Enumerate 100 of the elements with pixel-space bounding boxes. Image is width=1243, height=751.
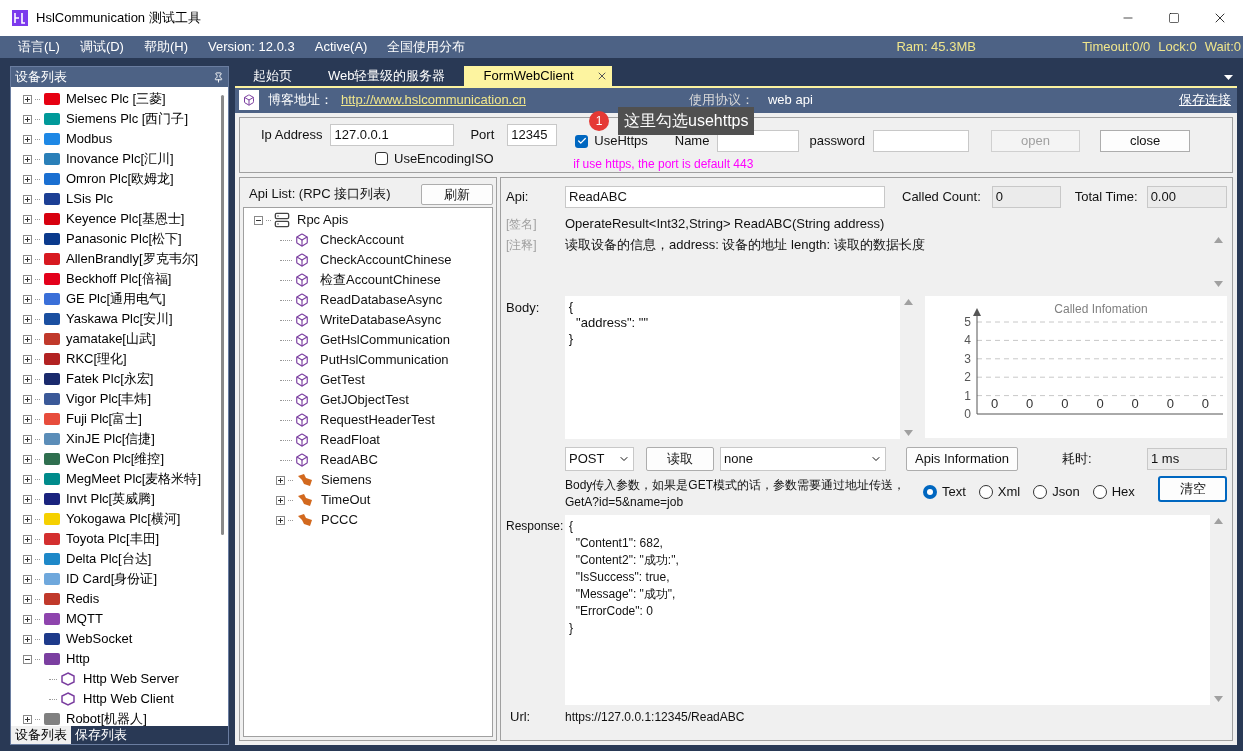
expand-icon[interactable] bbox=[23, 414, 32, 424]
tree-item[interactable]: GE Plc[通用电气] bbox=[66, 289, 166, 309]
expand-icon[interactable] bbox=[23, 554, 32, 564]
radio-button[interactable] bbox=[1092, 485, 1107, 499]
radio-button[interactable] bbox=[1033, 485, 1048, 499]
tree-item[interactable]: Keyence Plc[基恩士] bbox=[66, 209, 185, 229]
expand-icon[interactable] bbox=[23, 454, 32, 464]
tree-item[interactable]: AllenBrandly[罗克韦尔] bbox=[66, 249, 199, 269]
tree-item[interactable]: GetHslCommunication bbox=[320, 330, 451, 350]
tree-item[interactable]: ReadABC bbox=[320, 450, 378, 470]
expand-icon[interactable] bbox=[23, 434, 32, 444]
document-tab[interactable]: FormWebClient bbox=[463, 66, 612, 86]
tree-item[interactable]: CheckAccountChinese bbox=[320, 250, 452, 270]
tree-item[interactable]: Siemens bbox=[321, 470, 372, 490]
tree-item[interactable]: Beckhoff Plc[倍福] bbox=[66, 269, 172, 289]
expand-icon[interactable] bbox=[23, 254, 32, 264]
checkbox[interactable] bbox=[375, 152, 388, 166]
tree-item[interactable]: Siemens Plc [西门子] bbox=[66, 109, 189, 129]
tree-item[interactable]: GetJObjectTest bbox=[320, 390, 409, 410]
expand-icon[interactable] bbox=[23, 134, 32, 144]
menu-item[interactable]: 语言(L) bbox=[8, 37, 70, 57]
expand-icon[interactable] bbox=[23, 634, 32, 644]
expand-icon[interactable] bbox=[23, 174, 32, 184]
tree-item[interactable]: LSis Plc bbox=[66, 189, 113, 209]
collapse-icon[interactable] bbox=[254, 215, 263, 225]
blog-link[interactable]: http://www.hslcommunication.cn bbox=[341, 90, 526, 110]
refresh-button[interactable]: 刷新 bbox=[421, 183, 493, 205]
tree-item[interactable]: Rpc Apis bbox=[297, 210, 349, 230]
expand-icon[interactable] bbox=[23, 354, 32, 364]
tree-item[interactable]: PCCC bbox=[321, 510, 358, 530]
expand-icon[interactable] bbox=[23, 474, 32, 484]
tree-item[interactable]: Fatek Plc[永宏] bbox=[66, 369, 154, 389]
dropdown-icon[interactable] bbox=[1224, 75, 1233, 80]
expand-icon[interactable] bbox=[276, 515, 285, 525]
tree-item[interactable]: GetTest bbox=[320, 370, 365, 390]
tree-item[interactable]: ReadDatabaseAsync bbox=[320, 290, 443, 310]
tree-item[interactable]: Fuji Plc[富士] bbox=[66, 409, 142, 429]
expand-icon[interactable] bbox=[23, 714, 32, 724]
tree-item[interactable]: RKC[理化] bbox=[66, 349, 127, 369]
radio-button[interactable] bbox=[978, 485, 993, 499]
tree-item[interactable]: MegMeet Plc[麦格米特] bbox=[66, 469, 202, 489]
body-editor[interactable]: { "address": "" } bbox=[564, 296, 917, 439]
tree-item[interactable]: Http Web Server bbox=[83, 669, 179, 689]
document-tab[interactable]: Web轻量级的服务器 bbox=[310, 66, 464, 86]
tree-item[interactable]: Http bbox=[66, 649, 90, 669]
expand-icon[interactable] bbox=[23, 594, 32, 604]
expand-icon[interactable] bbox=[23, 614, 32, 624]
expand-icon[interactable] bbox=[23, 274, 32, 284]
panel-tab[interactable]: 设备列表 bbox=[11, 726, 71, 744]
tree-item[interactable]: Http Web Client bbox=[83, 689, 174, 709]
tree-item[interactable]: ID Card[身份证] bbox=[66, 569, 157, 589]
total-time-field[interactable]: 0.00 bbox=[1146, 186, 1227, 208]
menu-item[interactable]: Active(A) bbox=[304, 37, 378, 57]
tree-item[interactable]: WeCon Plc[维控] bbox=[66, 449, 164, 469]
tree-item[interactable]: Modbus bbox=[66, 129, 113, 149]
expand-icon[interactable] bbox=[23, 234, 32, 244]
api-field[interactable]: ReadABC bbox=[565, 186, 885, 208]
expand-icon[interactable] bbox=[23, 214, 32, 224]
read-button[interactable]: 读取 bbox=[646, 447, 714, 471]
tree-item[interactable]: Yokogawa Plc[横河] bbox=[66, 509, 181, 529]
tree-item[interactable]: Melsec Plc [三菱] bbox=[66, 89, 166, 109]
expand-icon[interactable] bbox=[23, 374, 32, 384]
elapsed-field[interactable]: 1 ms bbox=[1147, 448, 1227, 470]
response-editor[interactable]: { "Content1": 682, "Content2": "成功:", "IsSuccess": true, "Message": "成功", "ErrorCode": 0 } bbox=[565, 515, 1227, 705]
apis-information-button[interactable]: Apis Information bbox=[906, 447, 1018, 471]
tree-item[interactable]: PutHslCommunication bbox=[320, 350, 449, 370]
radio-button[interactable] bbox=[923, 485, 937, 499]
collapse-icon[interactable] bbox=[23, 654, 32, 664]
save-connection-link[interactable]: 保存连接 bbox=[1179, 90, 1231, 110]
tree-item[interactable]: Omron Plc[欧姆龙] bbox=[66, 169, 174, 189]
clear-button[interactable]: 清空 bbox=[1158, 476, 1227, 502]
panel-tab[interactable]: 保存列表 bbox=[71, 726, 131, 744]
tree-item[interactable]: 检查AccountChinese bbox=[320, 270, 441, 290]
expand-icon[interactable] bbox=[23, 334, 32, 344]
tree-item[interactable]: Inovance Plc[汇川] bbox=[66, 149, 174, 169]
expand-icon[interactable] bbox=[276, 495, 285, 505]
expand-icon[interactable] bbox=[23, 94, 32, 104]
ip-field[interactable]: 127.0.0.1 bbox=[330, 124, 455, 146]
expand-icon[interactable] bbox=[276, 475, 285, 485]
port-field[interactable]: 12345 bbox=[507, 124, 558, 146]
tree-item[interactable]: Robot[机器人] bbox=[66, 709, 147, 726]
menu-item[interactable]: Version: 12.0.3 bbox=[198, 37, 305, 57]
method-select[interactable]: POST bbox=[565, 447, 634, 471]
tree-item[interactable]: WriteDatabaseAsync bbox=[320, 310, 442, 330]
expand-icon[interactable] bbox=[23, 534, 32, 544]
tree-item[interactable]: MQTT bbox=[66, 609, 103, 629]
expand-icon[interactable] bbox=[23, 154, 32, 164]
tree-item[interactable]: Toyota Plc[丰田] bbox=[66, 529, 160, 549]
password-field[interactable] bbox=[873, 130, 970, 152]
expand-icon[interactable] bbox=[23, 514, 32, 524]
content-type-select[interactable]: none bbox=[720, 447, 886, 471]
close-connection-button[interactable]: close bbox=[1100, 130, 1191, 152]
expand-icon[interactable] bbox=[23, 194, 32, 204]
menu-item[interactable]: 调试(D) bbox=[69, 37, 134, 57]
tree-item[interactable]: XinJE Plc[信捷] bbox=[66, 429, 155, 449]
tree-item[interactable]: Panasonic Plc[松下] bbox=[66, 229, 182, 249]
expand-icon[interactable] bbox=[23, 574, 32, 584]
menu-item[interactable]: 全国使用分布 bbox=[377, 37, 476, 57]
expand-icon[interactable] bbox=[23, 314, 32, 324]
tree-item[interactable]: TimeOut bbox=[321, 490, 371, 510]
